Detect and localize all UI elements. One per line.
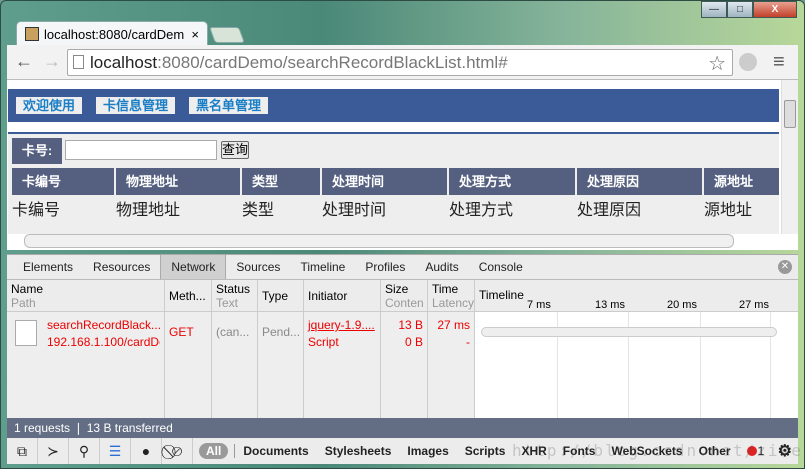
- document-icon: [15, 320, 37, 346]
- header-size[interactable]: Size Conten: [381, 280, 428, 312]
- devtools-bottom-toolbar: ⧉ ≻ ⚲ ☰ ● ⃠⊘ All Documents Stylesheets I…: [7, 438, 798, 464]
- tab-audits[interactable]: Audits: [415, 255, 468, 279]
- column-header: 类型: [242, 168, 320, 195]
- tab-resources[interactable]: Resources: [83, 255, 160, 279]
- minimize-button[interactable]: —: [701, 1, 727, 18]
- star-icon[interactable]: ☆: [708, 51, 726, 76]
- request-initiator[interactable]: jquery-1.9.... Script: [304, 312, 381, 418]
- table-cell: 卡编号: [12, 202, 61, 219]
- devtools-panel: Elements Resources Network Sources Timel…: [7, 254, 805, 464]
- request-timeline: [475, 312, 798, 418]
- horizontal-scrollbar[interactable]: [24, 234, 734, 248]
- settings-icon[interactable]: ⚙: [778, 441, 792, 461]
- header-status[interactable]: Status Text: [212, 280, 258, 312]
- filter-stylesheets[interactable]: Stylesheets: [317, 444, 400, 458]
- filter-images[interactable]: Images: [399, 444, 456, 458]
- nav-blacklist[interactable]: 黑名单管理: [189, 97, 269, 114]
- clear-icon[interactable]: ⃠⊘: [162, 438, 193, 464]
- card-number-input[interactable]: [65, 140, 217, 160]
- request-status: (can...: [212, 312, 258, 418]
- request-size: 13 B0 B: [381, 312, 428, 418]
- column-header: 物理地址: [116, 168, 240, 195]
- url-host: localhost: [90, 53, 158, 72]
- browser-toolbar: ← → C localhost:8080/cardDemo/searchReco…: [7, 45, 798, 80]
- close-devtools-icon[interactable]: ✕: [778, 260, 792, 274]
- maximize-button[interactable]: □: [727, 1, 753, 18]
- request-time: 27 ms -: [428, 312, 475, 418]
- error-icon[interactable]: [746, 446, 757, 456]
- header-time[interactable]: Time Latency: [428, 280, 475, 312]
- timeline-tick: 27 ms: [739, 299, 769, 311]
- menu-icon[interactable]: ≡: [773, 51, 785, 74]
- network-status-bar: 1 requests ❘ 13 B transferred: [7, 418, 798, 438]
- nav-welcome[interactable]: 欢迎使用: [16, 97, 83, 114]
- filter-other[interactable]: Other: [691, 444, 739, 458]
- list-view-icon[interactable]: ☰: [100, 438, 131, 464]
- favicon-icon: [25, 27, 39, 41]
- column-header: 卡编号: [12, 168, 114, 195]
- card-number-label: 卡号:: [12, 138, 62, 164]
- extension-icon[interactable]: [739, 53, 757, 71]
- column-header: 处理原因: [577, 168, 702, 195]
- tab-close-icon[interactable]: ×: [191, 27, 199, 42]
- tab-profiles[interactable]: Profiles: [355, 255, 415, 279]
- request-name-cell[interactable]: searchRecordBlack... 192.168.1.100/cardD…: [7, 312, 165, 418]
- address-bar[interactable]: localhost:8080/cardDemo/searchRecordBlac…: [67, 49, 733, 76]
- search-icon[interactable]: ⚲: [69, 438, 100, 464]
- back-icon[interactable]: ←: [15, 51, 33, 72]
- nav-card-info[interactable]: 卡信息管理: [96, 97, 176, 114]
- timeline-tick: 20 ms: [667, 299, 697, 311]
- filter-scripts[interactable]: Scripts: [457, 444, 514, 458]
- nav-banner: 欢迎使用 卡信息管理 黑名单管理: [8, 89, 779, 122]
- search-button[interactable]: 查询: [221, 141, 249, 159]
- column-header: 源地址: [704, 168, 779, 195]
- timeline-tick: 7 ms: [527, 299, 551, 311]
- header-type[interactable]: Type: [258, 280, 304, 312]
- page-content: 欢迎使用 卡信息管理 黑名单管理 卡号: 查询 卡编号 物理地址 类型 处理时间…: [7, 80, 798, 250]
- column-header: 处理方式: [449, 168, 575, 195]
- table-cell: 类型: [242, 202, 275, 219]
- close-window-button[interactable]: X: [753, 1, 797, 18]
- request-method: GET: [165, 312, 212, 418]
- url-path: :8080/cardDemo/searchRecordBlackList.htm…: [157, 53, 508, 72]
- vertical-scrollbar[interactable]: [781, 80, 798, 234]
- tab-console[interactable]: Console: [469, 255, 533, 279]
- filter-websockets[interactable]: WebSockets: [603, 444, 690, 458]
- timeline-bar: [481, 327, 777, 337]
- table-cell: 源地址: [704, 202, 753, 219]
- tab-timeline[interactable]: Timeline: [290, 255, 355, 279]
- search-panel: 卡号: 查询 卡编号 物理地址 类型 处理时间 处理方式 处理原因 源地址 卡编…: [8, 134, 779, 234]
- new-tab-button[interactable]: [209, 27, 245, 43]
- forward-icon[interactable]: →: [43, 51, 61, 72]
- error-count[interactable]: 1: [758, 444, 765, 458]
- browser-tab[interactable]: localhost:8080/cardDem ×: [16, 21, 208, 46]
- timeline-tick: 13 ms: [595, 299, 625, 311]
- table-cell: 物理地址: [116, 202, 181, 219]
- filter-documents[interactable]: Documents: [234, 444, 316, 458]
- filter-all[interactable]: All: [199, 443, 229, 459]
- tab-network[interactable]: Network: [160, 255, 227, 279]
- tab-elements[interactable]: Elements: [13, 255, 83, 279]
- header-initiator[interactable]: Initiator: [304, 280, 381, 312]
- table-cell: 处理原因: [577, 202, 642, 219]
- request-type: Pend...: [258, 312, 304, 418]
- console-drawer-icon[interactable]: ≻: [38, 438, 69, 464]
- table-cell: 处理时间: [322, 202, 387, 219]
- filter-fonts[interactable]: Fonts: [555, 444, 604, 458]
- record-icon[interactable]: ●: [131, 438, 162, 464]
- table-cell: 处理方式: [449, 202, 514, 219]
- header-method[interactable]: Meth...: [165, 280, 212, 312]
- tab-title: localhost:8080/cardDem: [44, 26, 185, 42]
- filter-xhr[interactable]: XHR: [513, 444, 554, 458]
- dock-icon[interactable]: ⧉: [7, 438, 38, 464]
- devtools-tabs: Elements Resources Network Sources Timel…: [7, 255, 798, 280]
- tab-sources[interactable]: Sources: [226, 255, 290, 279]
- column-header: 处理时间: [322, 168, 447, 195]
- page-icon: [73, 55, 84, 69]
- header-name[interactable]: Name Path: [7, 280, 165, 312]
- window-controls: — □ X: [701, 1, 797, 18]
